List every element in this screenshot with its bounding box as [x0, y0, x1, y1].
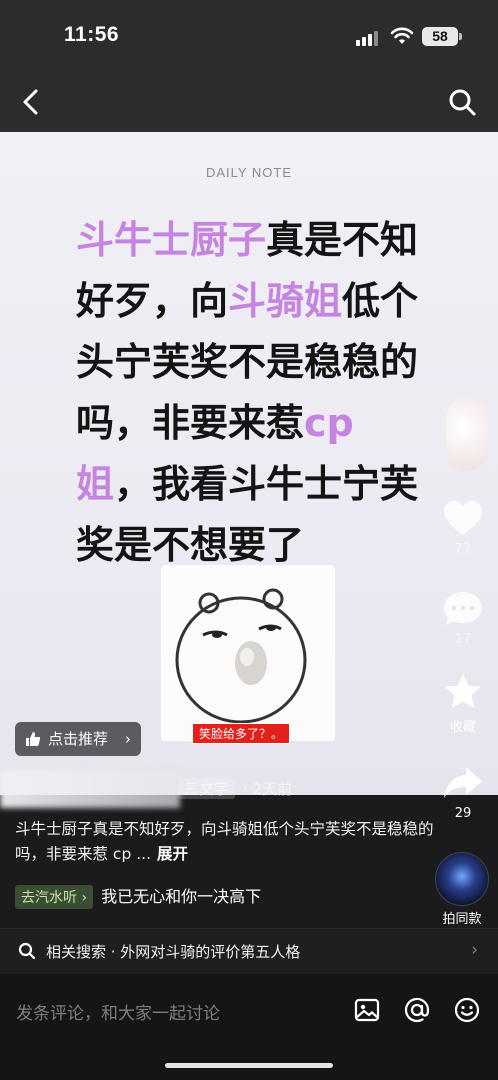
- share-count: 29: [454, 806, 472, 821]
- chevron-right-icon: ›: [125, 730, 131, 748]
- related-search-text: 相关搜索 · 外网对斗骑的评价第五人格: [46, 943, 301, 961]
- author-meta: 三文字 · 2天前: [178, 778, 292, 799]
- comment-button[interactable]: 17: [441, 590, 485, 647]
- favorite-button[interactable]: 收藏: [441, 672, 485, 735]
- expand-button[interactable]: 展开: [157, 845, 188, 863]
- note-text: 斗牛士厨子真是不知 好歹，向斗骑姐低个 头宁芙奖不是稳稳的 吗，非要来惹cp 姐…: [76, 218, 419, 567]
- back-icon[interactable]: [16, 86, 48, 118]
- caption-text: 斗牛士厨子真是不知好歹，向斗骑姐低个头宁芙奖不是稳稳的吗，非要来惹 cp ...: [15, 820, 434, 863]
- home-indicator[interactable]: [165, 1063, 333, 1068]
- meme-face-drawing: [175, 588, 307, 724]
- signal-icon: [356, 30, 382, 46]
- music-row[interactable]: 去汽水听 › 我已无心和你一决高下: [15, 883, 261, 909]
- star-icon: [445, 674, 481, 708]
- related-search-bar[interactable]: 相关搜索 · 外网对斗骑的评价第五人格 ›: [0, 928, 498, 974]
- same-style-label: 拍同款: [442, 912, 482, 927]
- favorite-label: 收藏: [449, 720, 476, 735]
- author-name-blurred[interactable]: [0, 770, 180, 808]
- at-icon[interactable]: [403, 996, 431, 1024]
- comment-input[interactable]: 发条评论，和大家一起讨论: [16, 999, 220, 1024]
- meme-caption: 笑脸给多了？。: [192, 723, 291, 744]
- post-caption[interactable]: 斗牛士厨子真是不知好歹，向斗骑姐低个头宁芙奖不是稳稳的吗，非要来惹 cp ...…: [15, 817, 435, 867]
- meme-sticker: [161, 565, 335, 741]
- battery-indicator: 58: [422, 27, 462, 46]
- emoji-icon[interactable]: [453, 996, 481, 1024]
- thumbs-up-icon: [26, 732, 41, 746]
- comment-icon: [444, 592, 482, 625]
- status-bar: 11:56 58: [0, 0, 498, 72]
- post-image[interactable]: DAILY NOTE 斗牛士厨子真是不知 好歹，向斗骑姐低个 头宁芙奖不是稳稳的…: [0, 132, 498, 795]
- like-button[interactable]: 77: [441, 500, 485, 557]
- like-count: 77: [454, 542, 472, 557]
- share-button[interactable]: 29: [441, 764, 485, 821]
- music-title: 我已无心和你一决高下: [101, 887, 262, 906]
- comment-count: 17: [454, 632, 472, 647]
- author-tag: 三文字: [178, 778, 236, 799]
- search-icon[interactable]: [446, 86, 478, 118]
- author-avatar[interactable]: [446, 397, 488, 471]
- chevron-right-icon: ›: [471, 940, 478, 960]
- daily-note-header: DAILY NOTE: [205, 165, 293, 180]
- search-icon: [18, 942, 36, 960]
- same-style-button[interactable]: 拍同款: [434, 852, 490, 927]
- recommend-button[interactable]: 点击推荐 ›: [15, 722, 141, 756]
- post-time: · 2天前: [243, 780, 293, 798]
- music-tag[interactable]: 去汽水听 ›: [15, 885, 94, 909]
- wifi-icon: [390, 27, 414, 44]
- heart-icon: [444, 501, 482, 535]
- music-disc-icon: [435, 852, 489, 906]
- image-icon[interactable]: [353, 996, 381, 1024]
- share-icon: [444, 767, 482, 798]
- recommend-label: 点击推荐: [48, 730, 109, 748]
- status-time: 11:56: [64, 23, 120, 46]
- top-nav: [0, 72, 498, 132]
